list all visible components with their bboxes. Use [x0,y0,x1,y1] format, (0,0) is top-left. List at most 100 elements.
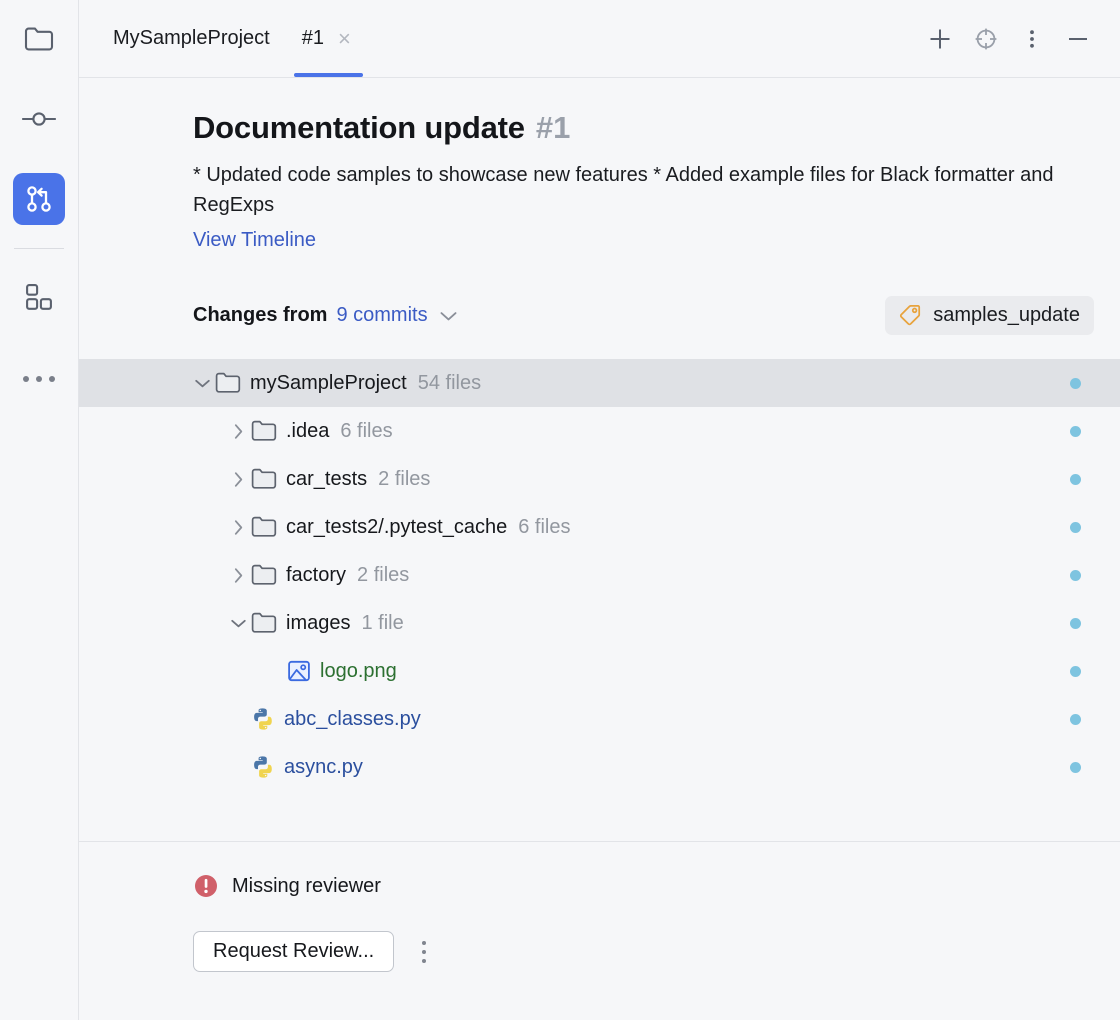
chevron-right-icon [233,567,244,584]
request-review-button[interactable]: Request Review... [193,931,394,972]
table-row[interactable]: car_tests2 files [79,455,1120,503]
folder-icon [251,612,277,634]
file-tree-node-label: images [286,612,350,635]
tree-collapse-toggle[interactable] [225,618,251,629]
change-status-dot [1070,378,1081,389]
folder-icon [251,516,277,538]
stripe-divider [14,248,64,249]
table-row[interactable]: .idea 6 files [79,407,1120,455]
chevron-right-icon [233,471,244,488]
pull-request-details: Documentation update #1 * Updated code s… [79,110,1120,791]
table-row[interactable]: abc_classes.py [79,695,1120,743]
tab-pull-request-label: #1 [302,27,334,50]
page-title: Documentation update #1 [193,110,1120,146]
commits-count-link[interactable]: 9 commits [336,304,427,327]
plus-icon [927,26,953,52]
tab-bar: MySampleProject #1 × [79,0,363,77]
sidebar-item-pull-requests[interactable] [13,173,65,225]
chevron-right-icon [233,423,244,440]
locate-button[interactable] [966,19,1006,59]
table-row[interactable]: logo.png [79,647,1120,695]
table-row[interactable]: mySampleProject 54 files [79,359,1120,407]
hide-tool-window-button[interactable] [1058,19,1098,59]
table-row[interactable]: factory 2 files [79,551,1120,599]
error-icon [193,873,219,899]
tree-collapse-toggle[interactable] [189,378,215,389]
change-status-dot [1070,666,1081,677]
file-count-label: 2 files [378,468,430,491]
new-pull-request-button[interactable] [920,19,960,59]
tab-project-label: MySampleProject [113,27,270,50]
change-status-dot [1070,426,1081,437]
sidebar-item-plugins[interactable] [13,271,65,323]
table-row[interactable]: images 1 file [79,599,1120,647]
file-count-label: 1 file [361,612,403,635]
sidebar-item-more-tools[interactable] [13,353,65,405]
close-icon[interactable]: × [334,28,355,50]
changed-files-tree: mySampleProject54 files.idea6 filescar_t… [79,359,1120,791]
file-tree-node-label: .idea [286,420,329,443]
tree-expand-toggle[interactable] [225,519,251,536]
changes-from-label: Changes from [193,304,327,327]
kebab-icon[interactable] [411,935,437,969]
footer-actions: Request Review... [193,931,1120,972]
file-tree-node-label: abc_classes.py [284,708,421,731]
tab-pull-request-1[interactable]: #1 × [294,0,363,77]
vertical-dots-icon [1019,26,1045,52]
file-tree-node-label: async.py [284,756,363,779]
ellipsis-icon [23,364,55,394]
file-tree-node-label: mySampleProject [250,372,407,395]
chevron-down-icon[interactable] [439,310,458,322]
folder-icon [251,468,277,490]
file-tree-node-label: factory [286,564,346,587]
branch-tag-label: samples_update [933,304,1080,327]
tab-project-list[interactable]: MySampleProject [113,0,270,77]
file-count-label: 2 files [357,564,409,587]
pull-request-icon [24,184,54,214]
folder-icon [215,372,241,394]
python-file-icon [251,755,275,779]
status-badge-label: Missing reviewer [232,875,381,898]
tree-expand-toggle[interactable] [225,423,251,440]
options-button[interactable] [1012,19,1052,59]
file-count-label: 6 files [518,516,570,539]
tree-expand-toggle[interactable] [225,471,251,488]
pull-request-title: Documentation update [193,110,525,146]
tree-expand-toggle[interactable] [225,567,251,584]
view-timeline-link[interactable]: View Timeline [193,229,316,252]
pull-request-pane: MySampleProject #1 × [79,0,1120,1020]
file-count-label: 6 files [340,420,392,443]
blocks-icon [24,283,54,311]
folder-icon [251,468,277,490]
tag-icon [897,303,922,328]
image-file-icon [287,659,311,683]
branch-tag-badge[interactable]: samples_update [885,296,1094,335]
status-badge: Missing reviewer [193,873,1120,899]
folder-icon [215,372,241,394]
chevron-down-icon [194,378,211,389]
folder-icon [251,564,277,586]
changes-summary-row: Changes from 9 commits samples_update [193,296,1120,335]
pull-request-number: #1 [536,110,570,146]
file-count-label: 54 files [418,372,481,395]
folder-icon [251,612,277,634]
table-row[interactable]: car_tests2/.pytest_cache6 files [79,503,1120,551]
python-file-icon [251,707,275,731]
tool-window-header: MySampleProject #1 × [79,0,1120,78]
sidebar-item-commit[interactable] [13,93,65,145]
tab-active-underline [294,73,363,77]
folder-icon [251,564,277,586]
python-file-icon [251,707,275,731]
table-row[interactable]: async.py [79,743,1120,791]
target-icon [973,26,999,52]
folder-icon [251,420,277,442]
sidebar-item-project[interactable] [13,13,65,65]
folder-icon [24,26,54,52]
change-status-dot [1070,522,1081,533]
folder-icon [251,420,277,442]
python-file-icon [251,755,275,779]
pull-request-tool-window: MySampleProject #1 × [0,0,1120,1020]
chevron-right-icon [233,519,244,536]
file-tree-node-label: logo.png [320,660,397,683]
folder-icon [251,516,277,538]
